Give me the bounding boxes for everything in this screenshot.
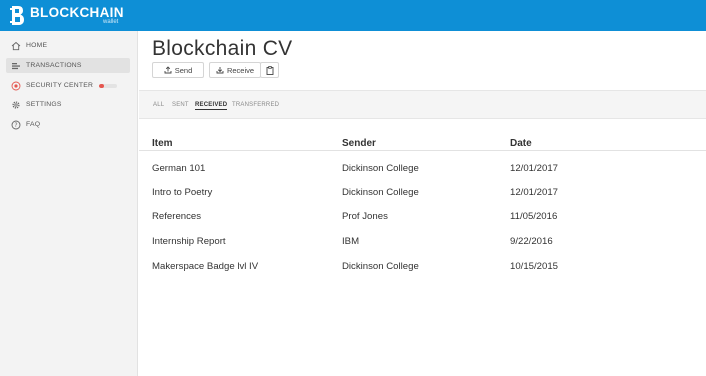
gear-icon: [11, 100, 21, 110]
sidebar-item-faq[interactable]: ? FAQ: [6, 117, 130, 132]
blockchain-logo-icon: [9, 5, 25, 26]
help-icon: ?: [11, 120, 21, 130]
cell-date: 11/05/2016: [510, 211, 558, 222]
cell-sender: Dickinson College: [342, 163, 419, 174]
cell-sender: Prof Jones: [342, 211, 388, 222]
cell-sender: Dickinson College: [342, 187, 419, 198]
filter-tab-received[interactable]: RECEIVED: [195, 102, 228, 110]
download-icon: [216, 67, 224, 74]
table-row[interactable]: Internship Report IBM 9/22/2016: [139, 236, 706, 260]
security-icon: [11, 81, 21, 91]
sidebar: HOME TRANSACTIONS SECURITY CENTER SETTIN…: [0, 31, 138, 376]
security-progress-bar: [99, 83, 118, 88]
sidebar-item-transactions[interactable]: TRANSACTIONS: [6, 58, 130, 73]
clipboard-icon: [266, 65, 273, 75]
brand-subtitle: wallet: [103, 19, 119, 25]
sidebar-item-label: SETTINGS: [26, 101, 62, 108]
cell-item: Internship Report: [152, 236, 226, 247]
logo[interactable]: BLOCKCHAIN wallet: [9, 5, 140, 26]
cell-item: Intro to Poetry: [152, 187, 213, 198]
cell-date: 12/01/2017: [510, 187, 559, 198]
sidebar-item-home[interactable]: HOME: [6, 38, 130, 53]
column-header-date: Date: [510, 138, 532, 149]
transactions-icon: [11, 61, 21, 71]
filter-bar: ALL SENT RECEIVED TRANSFERRED: [139, 90, 706, 119]
table-row[interactable]: References Prof Jones 11/05/2016: [139, 211, 706, 235]
cell-date: 10/15/2015: [510, 261, 559, 272]
home-icon: [11, 41, 21, 51]
sidebar-item-label: SECURITY CENTER: [26, 82, 94, 89]
top-bar: BLOCKCHAIN wallet: [0, 0, 706, 31]
table-row[interactable]: Intro to Poetry Dickinson College 12/01/…: [139, 187, 706, 211]
svg-text:?: ?: [14, 122, 17, 129]
receive-button[interactable]: Receive: [209, 62, 261, 78]
filter-tab-sent[interactable]: SENT: [172, 102, 189, 108]
security-progress-fill: [99, 83, 104, 88]
cell-date: 12/01/2017: [510, 163, 559, 174]
sidebar-item-label: FAQ: [26, 121, 41, 128]
clipboard-button[interactable]: [260, 62, 279, 78]
send-button-label: Send: [174, 65, 193, 75]
send-button[interactable]: Send: [152, 62, 204, 78]
sidebar-item-label: HOME: [26, 42, 48, 49]
sidebar-item-label: TRANSACTIONS: [26, 62, 82, 69]
cell-sender: Dickinson College: [342, 261, 419, 272]
brand-title: BLOCKCHAIN: [30, 5, 124, 20]
cell-item: Makerspace Badge lvl IV: [152, 261, 259, 272]
cell-item: German 101: [152, 163, 206, 174]
column-header-sender: Sender: [342, 138, 376, 149]
cell-sender: IBM: [342, 236, 360, 247]
upload-icon: [164, 66, 172, 74]
table-header-divider: [139, 150, 706, 151]
sidebar-item-security-center[interactable]: SECURITY CENTER: [6, 78, 130, 93]
column-header-item: Item: [152, 138, 173, 149]
page-title: Blockchain CV: [152, 37, 293, 60]
sidebar-item-settings[interactable]: SETTINGS: [6, 97, 130, 112]
filter-tab-transferred[interactable]: TRANSFERRED: [232, 102, 279, 108]
cell-date: 9/22/2016: [510, 236, 553, 247]
table-row[interactable]: German 101 Dickinson College 12/01/2017: [139, 163, 706, 187]
receive-button-label: Receive: [226, 65, 255, 75]
cell-item: References: [152, 211, 202, 222]
table-row[interactable]: Makerspace Badge lvl IV Dickinson Colleg…: [139, 261, 706, 285]
filter-tab-all[interactable]: ALL: [153, 102, 164, 108]
